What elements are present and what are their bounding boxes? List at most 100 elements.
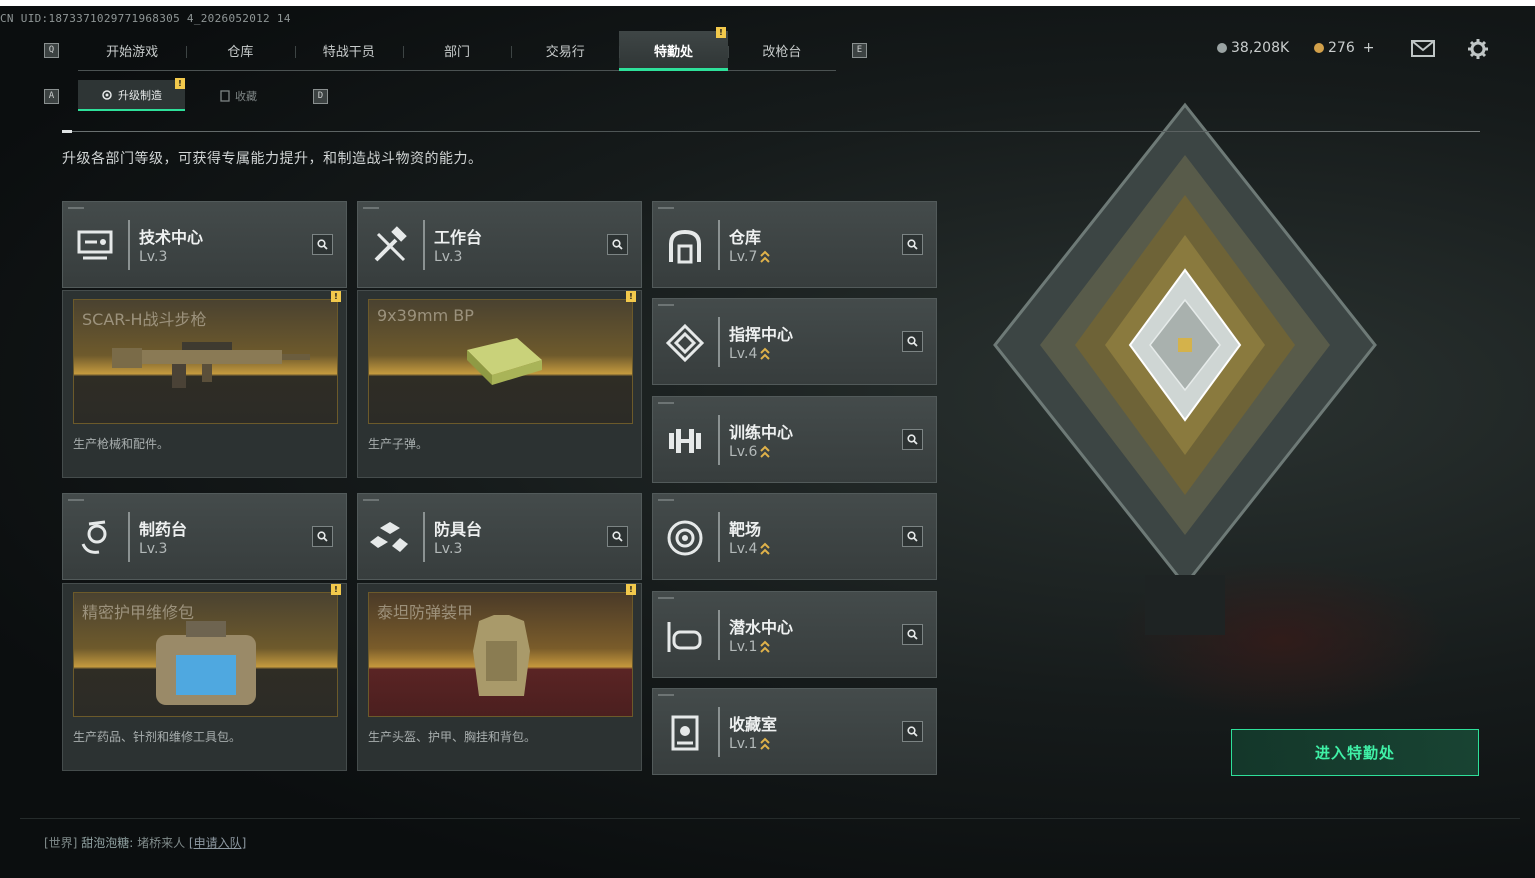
tech-center-icon — [71, 222, 119, 270]
dept-level: Lv.3 — [139, 249, 168, 265]
production-alert-badge: ! — [626, 291, 636, 302]
header-divider — [62, 130, 1480, 133]
gold-amount: 276 — [1328, 40, 1355, 56]
upgrade-arrow-icon — [760, 347, 771, 360]
dept-card-pharmacy[interactable]: 制药台 Lv.3 — [62, 493, 347, 580]
dept-level: Lv.4 — [729, 346, 771, 362]
subtab-alert-badge: ! — [175, 78, 185, 89]
nav-prev-key[interactable]: Q — [44, 43, 59, 58]
dept-name: 工作台 — [434, 228, 483, 247]
dept-level: Lv.3 — [139, 541, 168, 557]
tab-special-ops[interactable]: 特勤处 — [619, 31, 728, 71]
dept-name: 指挥中心 — [729, 325, 794, 344]
diving-center-icon — [661, 612, 709, 660]
production-item-image: SCAR-H战斗步枪 — [73, 299, 338, 424]
production-description: 生产药品、针剂和维修工具包。 — [73, 730, 242, 744]
production-card-pharmacy[interactable]: 精密护甲维修包 ! 生产药品、针剂和维修工具包。 — [62, 583, 347, 771]
command-center-icon — [661, 319, 709, 367]
warehouse-icon — [661, 222, 709, 270]
ammo-box-icon — [467, 338, 542, 385]
dept-name: 制药台 — [139, 520, 188, 539]
dept-card-range[interactable]: 靶场 Lv.4 — [652, 493, 937, 580]
production-description: 生产子弹。 — [368, 437, 429, 451]
dept-name: 潜水中心 — [729, 618, 794, 637]
inspect-search-icon[interactable] — [902, 721, 923, 742]
dept-name: 技术中心 — [139, 228, 204, 247]
dept-card-workbench[interactable]: 工作台 Lv.3 — [357, 201, 642, 288]
settings-gear-icon[interactable] — [1467, 38, 1489, 60]
production-card-armor-bench[interactable]: 泰坦防弹装甲 ! 生产头盔、护甲、胸挂和背包。 — [357, 583, 642, 771]
join-team-link[interactable]: [申请入队] — [189, 836, 246, 850]
dept-level: Lv.4 — [729, 541, 771, 557]
subtab-prev-key[interactable]: A — [44, 89, 59, 104]
player-uid: CN UID:1873371029771968305 4_2026052012 … — [0, 12, 291, 25]
dept-level: Lv.1 — [729, 736, 771, 752]
chat-message: 堵桥来人 — [137, 836, 186, 850]
dept-card-collection-room[interactable]: 收藏室 Lv.1 — [652, 688, 937, 775]
mail-icon[interactable] — [1411, 40, 1435, 57]
upgrade-arrow-icon — [760, 250, 771, 263]
production-alert-badge: ! — [331, 291, 341, 302]
dept-card-command-center[interactable]: 指挥中心 Lv.4 — [652, 298, 937, 385]
production-item-name: SCAR-H战斗步枪 — [82, 310, 207, 329]
top-band — [0, 0, 1535, 6]
tab-warehouse[interactable]: 仓库 — [186, 31, 294, 70]
armor-bench-icon — [366, 514, 414, 562]
dept-level: Lv.3 — [434, 249, 463, 265]
nav-next-key[interactable]: E — [852, 43, 867, 58]
tab-start-game[interactable]: 开始游戏 — [78, 31, 186, 70]
add-currency-button[interactable]: + — [1363, 40, 1375, 56]
tab-alert-badge: ! — [716, 27, 726, 38]
enter-special-ops-button[interactable]: 进入特勤处 — [1231, 729, 1479, 776]
inspect-search-icon[interactable] — [607, 234, 628, 255]
gold-currency: 276 + — [1314, 40, 1374, 56]
chat-user[interactable]: 甜泡泡糖: — [81, 836, 133, 850]
subtab-upgrade-craft[interactable]: 升级制造 — [78, 80, 185, 111]
inspect-search-icon[interactable] — [312, 526, 333, 547]
collection-icon — [220, 89, 230, 102]
page-description: 升级各部门等级，可获得专属能力提升，和制造战斗物资的能力。 — [62, 151, 483, 167]
upgrade-arrow-icon — [760, 640, 771, 653]
craft-icon — [102, 89, 112, 100]
special-ops-cube-illustration — [993, 102, 1377, 635]
production-card-tech-center[interactable]: SCAR-H战斗步枪 ! 生产枪械和配件。 — [62, 290, 347, 478]
tab-gunsmith[interactable]: 改枪台 — [727, 31, 836, 70]
tab-departments[interactable]: 部门 — [402, 31, 511, 70]
pharmacy-icon — [71, 514, 119, 562]
dept-name: 防具台 — [434, 520, 483, 539]
production-item-image: 9x39mm BP — [368, 299, 633, 424]
dept-card-training-center[interactable]: 训练中心 Lv.6 — [652, 396, 937, 483]
dept-name: 收藏室 — [729, 715, 778, 734]
production-alert-badge: ! — [331, 584, 341, 595]
dept-name: 靶场 — [729, 520, 762, 539]
inspect-search-icon[interactable] — [902, 526, 923, 547]
repair-kit-icon — [156, 621, 256, 705]
dept-level: Lv.1 — [729, 639, 771, 655]
upgrade-arrow-icon — [760, 542, 771, 555]
subtab-label: 升级制造 — [118, 88, 162, 102]
inspect-search-icon[interactable] — [902, 624, 923, 645]
inspect-search-icon[interactable] — [607, 526, 628, 547]
subtab-next-key[interactable]: D — [313, 89, 328, 104]
inspect-search-icon[interactable] — [902, 331, 923, 352]
dept-level: Lv.7 — [729, 249, 771, 265]
world-chat-line: [世界] 甜泡泡糖: 堵桥来人 [申请入队] — [44, 834, 246, 851]
body-armor-icon — [473, 615, 530, 696]
sub-nav: 升级制造 收藏 — [78, 80, 292, 111]
inspect-search-icon[interactable] — [902, 429, 923, 450]
silver-amount: 38,208K — [1231, 40, 1290, 56]
tab-operators[interactable]: 特战干员 — [294, 31, 403, 70]
dept-card-diving-center[interactable]: 潜水中心 Lv.1 — [652, 591, 937, 678]
range-icon — [661, 514, 709, 562]
rifle-icon — [112, 342, 310, 388]
dept-card-warehouse[interactable]: 仓库 Lv.7 — [652, 201, 937, 288]
dept-card-armor-bench[interactable]: 防具台 Lv.3 — [357, 493, 642, 580]
production-card-workbench[interactable]: 9x39mm BP ! 生产子弹。 — [357, 290, 642, 478]
dept-card-tech-center[interactable]: 技术中心 Lv.3 — [62, 201, 347, 288]
subtab-collection[interactable]: 收藏 — [185, 80, 292, 111]
bottom-divider — [20, 818, 1520, 819]
tab-market[interactable]: 交易行 — [511, 31, 619, 70]
inspect-search-icon[interactable] — [312, 234, 333, 255]
silver-currency: 38,208K — [1217, 40, 1289, 56]
inspect-search-icon[interactable] — [902, 234, 923, 255]
